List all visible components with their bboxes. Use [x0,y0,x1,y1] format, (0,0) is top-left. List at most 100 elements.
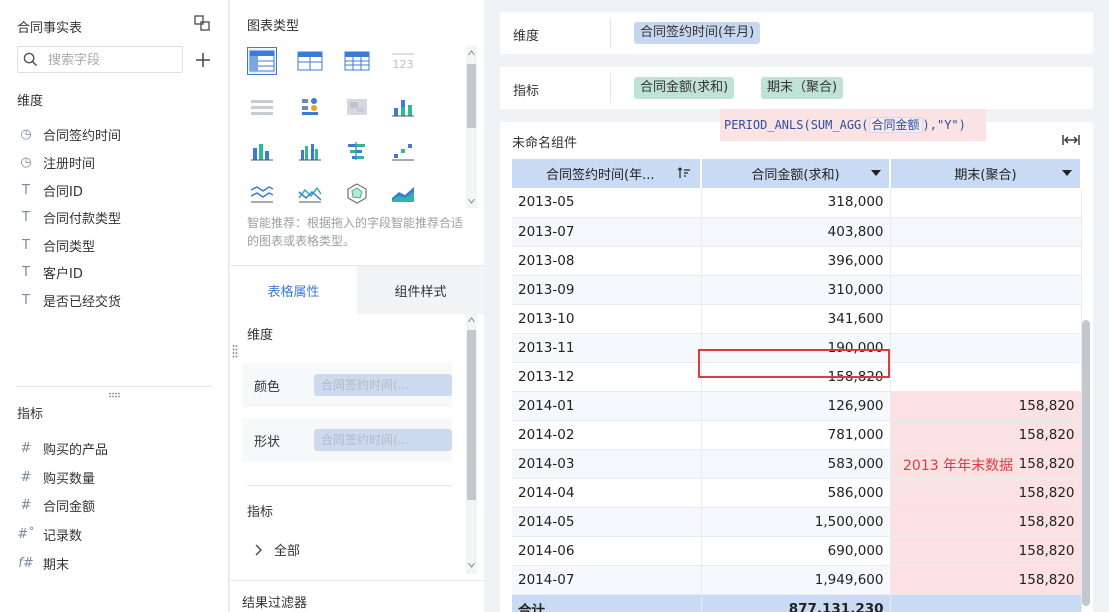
heatmap-icon[interactable] [342,93,372,121]
amount-cell: 318,000 [701,188,891,218]
field-search-input[interactable] [48,51,178,69]
color-label: 颜色 [254,380,281,395]
shelf-separator [610,18,611,48]
field-item[interactable]: ◷ 合同签约时间 [17,123,121,145]
field-item[interactable]: T 合同ID [17,179,83,201]
date-cell: 2014-03 [512,449,702,479]
detail-table-icon[interactable] [295,47,325,75]
chart-type-scrollbar[interactable] [466,46,477,208]
kpi-number-icon[interactable]: 123 [388,47,418,75]
table-body: 2013-05 318,000 2013-07 403,800 2013-08 396,0… [512,188,1082,612]
field-item[interactable]: T 合同类型 [17,234,95,256]
field-item[interactable]: # 合同金额 [17,494,95,516]
column-chart-icon[interactable] [247,137,277,165]
table-row: 2014-07 1,949,600 158,820 [512,565,1082,595]
dimension-shelf-label: 维度 [513,29,540,44]
field-item[interactable]: T 客户ID [17,261,83,283]
all-indicators-toggle[interactable]: 全部 [252,540,300,559]
field-item[interactable]: T 是否已经交货 [17,289,121,311]
dataset-title: 合同事实表 [17,21,83,36]
text-type-icon: T [22,237,30,253]
indicator-chip-period-end[interactable]: 期末（聚合) [761,77,844,99]
radar-chart-icon[interactable] [342,179,372,207]
table-row: 2013-05 318,000 [512,188,1082,218]
total-label-cell: 合计 [512,594,702,612]
switch-dataset-icon[interactable] [193,14,211,32]
field-item[interactable]: f# 期末 [17,552,69,574]
line-chart-icon[interactable] [247,179,277,207]
svg-text:123: 123 [393,58,414,71]
table-row: 2013-08 396,000 [512,246,1082,276]
waterfall-icon[interactable] [388,137,418,165]
property-scrollbar[interactable] [466,312,477,574]
date-cell: 2014-06 [512,536,702,566]
sort-icon[interactable] [677,166,691,180]
grid-card-icon[interactable] [247,93,277,121]
table-scrollbar[interactable] [1082,320,1090,606]
period-end-cell: 158,820 [890,507,1082,537]
period-end-cell [890,275,1082,305]
grouped-table-icon[interactable] [247,47,277,75]
table-row: 2013-10 341,600 [512,304,1082,334]
period-end-cell: 158,820 [890,536,1082,566]
date-cell: 2013-10 [512,304,702,334]
tab-component-style[interactable]: 组件样式 [357,266,484,314]
tab-table-properties[interactable]: 表格属性 [230,266,357,314]
field-panel: 合同事实表 维度 ◷合同签约时间 ◷注册时间 T合同ID T合同付款类型 T合同… [0,0,229,612]
date-cell: 2014-07 [512,565,702,595]
shape-field-pill[interactable]: 合同签约时间(... [314,429,452,451]
area-chart-icon[interactable] [388,179,418,207]
date-cell: 2013-09 [512,275,702,305]
record-count-icon: #˚ [17,526,35,542]
field-item[interactable]: #˚ 记录数 [17,523,82,545]
dot-list-icon[interactable] [295,93,325,121]
bar-chart-icon[interactable] [342,137,372,165]
annotation-text: 2013 年年末数据 [903,458,1014,474]
caret-down-icon[interactable] [871,170,881,176]
amount-cell: 396,000 [701,246,891,276]
period-end-cell: 158,820 [890,391,1082,421]
stacked-bar-icon[interactable] [388,93,418,121]
date-cell: 2014-02 [512,420,702,450]
table-row: 2014-01 126,900 158,820 [512,391,1082,421]
formula-suffix: ),"Y") [922,118,966,132]
period-end-cell [890,333,1082,363]
shape-property-row[interactable]: 形状 合同签约时间(... [242,418,452,462]
dimension-chip[interactable]: 合同签约时间(年月) [634,22,761,44]
grouped-column-icon[interactable] [295,137,325,165]
period-end-cell: 158,820 [890,420,1082,450]
shape-label: 形状 [254,435,281,450]
drag-grip-icon[interactable] [108,392,122,398]
caret-down-icon[interactable] [1062,170,1072,176]
dimension-shelf[interactable]: 维度 合同签约时间(年月) [500,12,1093,54]
amount-cell: 403,800 [701,217,891,247]
indicator-shelf[interactable]: 指标 合同金额(求和) 期末（聚合) [500,67,1093,109]
field-item[interactable]: # 购买数量 [17,466,95,488]
column-header-amount[interactable]: 合同金额(求和) [701,159,891,188]
panel-resize-handle-icon[interactable] [232,344,238,358]
field-item[interactable]: # 购买的产品 [17,437,108,459]
expand-width-icon[interactable] [1062,134,1080,146]
property-indicator-label: 指标 [247,505,274,520]
field-search-box[interactable] [17,46,183,73]
multi-line-icon[interactable] [295,179,325,207]
color-property-row[interactable]: 颜色 合同签约时间(... [242,363,452,407]
cross-table-icon[interactable] [342,47,372,75]
field-item[interactable]: T 合同付款类型 [17,206,121,228]
column-header-period-end[interactable]: 期末(聚合) [890,159,1082,188]
widget-title[interactable]: 未命名组件 [512,132,577,151]
indicator-chip-amount[interactable]: 合同金额(求和) [634,77,735,99]
clock-icon: ◷ [20,126,32,142]
result-filter-section[interactable]: 结果过滤器 [230,580,484,612]
data-table: 合同签约时间(年... 合同金额(求和) 期末(聚合) 2013-05 318,… [512,159,1082,612]
property-dimension-label: 维度 [247,328,274,343]
formula-tooltip: PERIOD_ANLS(SUM_AGG(合同金额),"Y") [720,109,986,141]
table-row: 2013-12 158,820 [512,362,1082,392]
color-field-pill[interactable]: 合同签约时间(... [314,374,452,396]
column-header-date[interactable]: 合同签约时间(年... [512,159,702,188]
add-field-icon[interactable] [195,52,211,68]
date-cell: 2013-07 [512,217,702,247]
number-type-icon: # [20,469,32,485]
formula-prefix: PERIOD_ANLS(SUM_AGG( [724,118,869,132]
field-item[interactable]: ◷ 注册时间 [17,151,95,173]
